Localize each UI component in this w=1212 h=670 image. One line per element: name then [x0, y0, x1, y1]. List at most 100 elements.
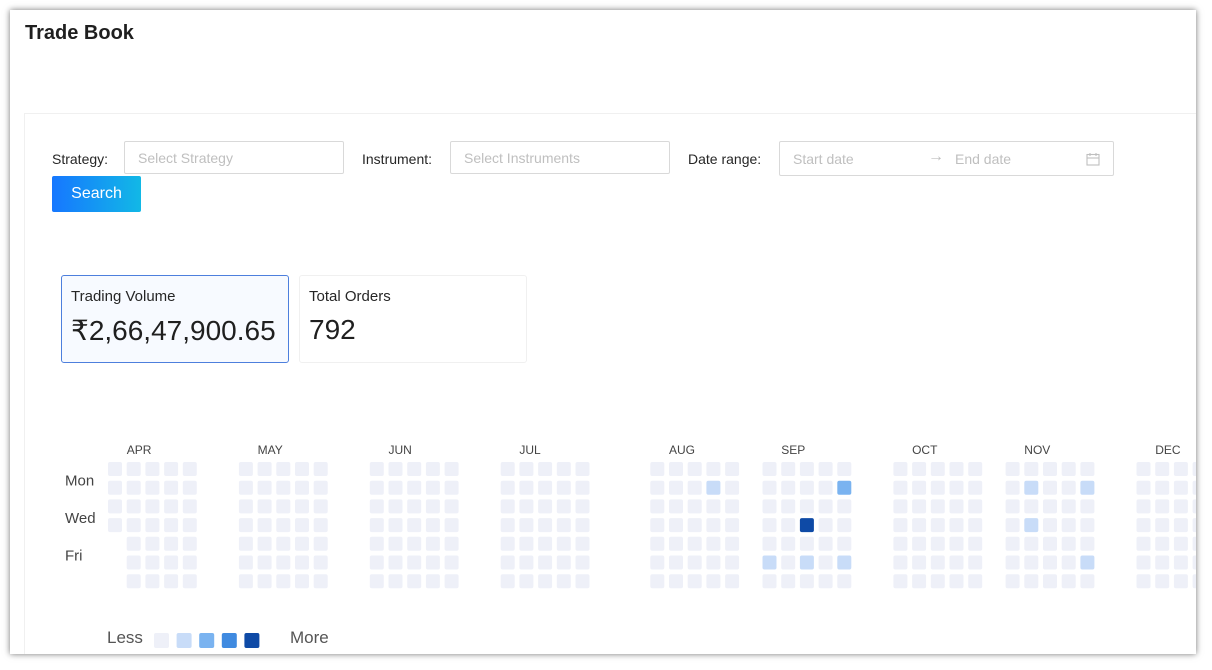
- heatmap-cell[interactable]: [407, 518, 422, 533]
- heatmap-cell[interactable]: [949, 555, 964, 570]
- heatmap-cell[interactable]: [1043, 480, 1057, 495]
- heatmap-cell[interactable]: [762, 555, 777, 570]
- heatmap-cell[interactable]: [706, 480, 721, 495]
- heatmap-cell[interactable]: [799, 480, 814, 495]
- heatmap-cell[interactable]: [669, 536, 683, 551]
- heatmap-cell[interactable]: [276, 499, 291, 514]
- heatmap-cell[interactable]: [912, 480, 927, 495]
- heatmap-cell[interactable]: [556, 518, 571, 533]
- heatmap-cell[interactable]: [669, 518, 683, 533]
- heatmap-cell[interactable]: [781, 518, 796, 533]
- heatmap-cell[interactable]: [538, 536, 553, 551]
- heatmap-cell[interactable]: [444, 536, 459, 551]
- heatmap-cell[interactable]: [687, 499, 702, 514]
- heatmap-cell[interactable]: [257, 518, 272, 533]
- heatmap-cell[interactable]: [556, 462, 571, 476]
- heatmap-cell[interactable]: [295, 462, 309, 476]
- heatmap-cell[interactable]: [1192, 536, 1196, 551]
- heatmap-cell[interactable]: [164, 536, 179, 551]
- heatmap-cell[interactable]: [1136, 480, 1151, 495]
- heatmap-cell[interactable]: [818, 574, 833, 589]
- heatmap-cell[interactable]: [295, 555, 309, 570]
- heatmap-cell[interactable]: [126, 555, 141, 570]
- heatmap-cell[interactable]: [313, 536, 328, 551]
- heatmap-cell[interactable]: [1155, 518, 1170, 533]
- heatmap-cell[interactable]: [313, 518, 328, 533]
- heatmap-cell[interactable]: [799, 462, 814, 476]
- heatmap-cell[interactable]: [257, 574, 272, 589]
- heatmap-cell[interactable]: [500, 480, 515, 495]
- heatmap-cell[interactable]: [968, 480, 983, 495]
- heatmap-cell[interactable]: [725, 462, 740, 476]
- heatmap-cell[interactable]: [912, 462, 927, 476]
- heatmap-cell[interactable]: [687, 462, 702, 476]
- heatmap-cell[interactable]: [1043, 462, 1057, 476]
- heatmap-cell[interactable]: [949, 499, 964, 514]
- heatmap-cell[interactable]: [1061, 480, 1076, 495]
- heatmap-cell[interactable]: [781, 574, 796, 589]
- heatmap-cell[interactable]: [1136, 555, 1151, 570]
- heatmap-cell[interactable]: [1043, 518, 1057, 533]
- heatmap-cell[interactable]: [444, 555, 459, 570]
- heatmap-cell[interactable]: [145, 518, 160, 533]
- heatmap-cell[interactable]: [669, 555, 683, 570]
- heatmap-cell[interactable]: [1024, 518, 1039, 533]
- heatmap-cell[interactable]: [500, 462, 515, 476]
- heatmap-cell[interactable]: [725, 499, 740, 514]
- heatmap-cell[interactable]: [762, 574, 777, 589]
- heatmap-cell[interactable]: [108, 480, 122, 495]
- heatmap-cell[interactable]: [407, 574, 422, 589]
- heatmap-cell[interactable]: [538, 480, 553, 495]
- heatmap-cell[interactable]: [1024, 499, 1039, 514]
- heatmap-cell[interactable]: [388, 574, 403, 589]
- heatmap-cell[interactable]: [1155, 462, 1170, 476]
- heatmap-cell[interactable]: [1192, 555, 1196, 570]
- heatmap-cell[interactable]: [912, 574, 927, 589]
- heatmap-cell[interactable]: [1173, 574, 1188, 589]
- heatmap-cell[interactable]: [313, 555, 328, 570]
- heatmap-cell[interactable]: [669, 462, 683, 476]
- heatmap-cell[interactable]: [818, 462, 833, 476]
- heatmap-cell[interactable]: [1005, 555, 1020, 570]
- heatmap-cell[interactable]: [182, 480, 197, 495]
- heatmap-cell[interactable]: [575, 518, 590, 533]
- heatmap-cell[interactable]: [575, 555, 590, 570]
- heatmap-cell[interactable]: [388, 536, 403, 551]
- heatmap-cell[interactable]: [369, 536, 384, 551]
- heatmap-cell[interactable]: [519, 499, 534, 514]
- heatmap-cell[interactable]: [108, 518, 122, 533]
- heatmap-cell[interactable]: [949, 574, 964, 589]
- heatmap-cell[interactable]: [781, 555, 796, 570]
- heatmap-cell[interactable]: [781, 499, 796, 514]
- heatmap-cell[interactable]: [313, 462, 328, 476]
- heatmap-cell[interactable]: [1136, 499, 1151, 514]
- heatmap-cell[interactable]: [687, 518, 702, 533]
- heatmap-cell[interactable]: [519, 555, 534, 570]
- heatmap-cell[interactable]: [1005, 536, 1020, 551]
- heatmap-cell[interactable]: [182, 518, 197, 533]
- heatmap-cell[interactable]: [725, 574, 740, 589]
- heatmap-cell[interactable]: [276, 518, 291, 533]
- heatmap-cell[interactable]: [388, 462, 403, 476]
- heatmap-cell[interactable]: [145, 480, 160, 495]
- heatmap-cell[interactable]: [500, 555, 515, 570]
- heatmap-cell[interactable]: [706, 462, 721, 476]
- heatmap-cell[interactable]: [949, 518, 964, 533]
- heatmap-cell[interactable]: [650, 480, 665, 495]
- heatmap-cell[interactable]: [425, 536, 440, 551]
- heatmap-cell[interactable]: [1080, 499, 1095, 514]
- heatmap-cell[interactable]: [182, 462, 197, 476]
- heatmap-cell[interactable]: [725, 536, 740, 551]
- heatmap-cell[interactable]: [407, 462, 422, 476]
- heatmap-cell[interactable]: [238, 518, 253, 533]
- heatmap-cell[interactable]: [1155, 536, 1170, 551]
- heatmap-cell[interactable]: [295, 518, 309, 533]
- heatmap-cell[interactable]: [1155, 480, 1170, 495]
- heatmap-cell[interactable]: [1061, 536, 1076, 551]
- heatmap-cell[interactable]: [1024, 555, 1039, 570]
- heatmap-cell[interactable]: [799, 499, 814, 514]
- heatmap-cell[interactable]: [369, 518, 384, 533]
- heatmap-cell[interactable]: [575, 462, 590, 476]
- heatmap-cell[interactable]: [1173, 499, 1188, 514]
- heatmap-cell[interactable]: [818, 536, 833, 551]
